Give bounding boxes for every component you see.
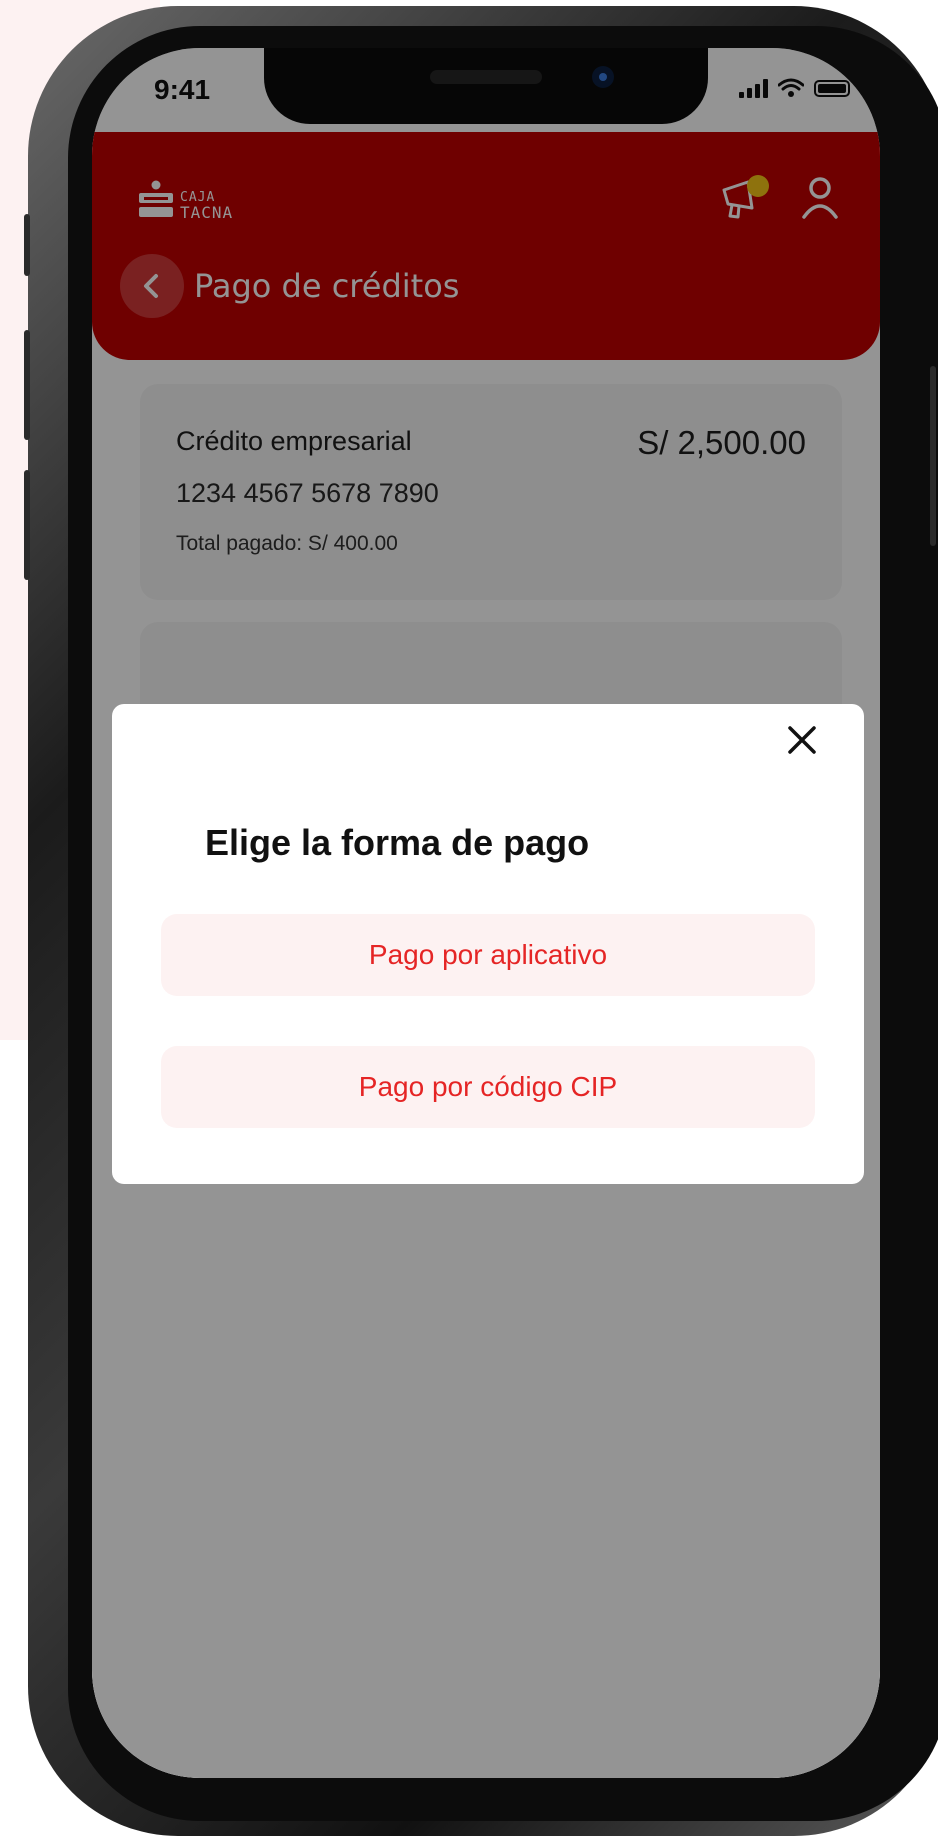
pay-by-cip-button[interactable]: Pago por código CIP	[161, 1046, 815, 1128]
payment-method-modal: Elige la forma de pago Pago por aplicati…	[112, 704, 864, 1184]
phone-mute-switch	[24, 214, 30, 276]
pay-by-app-button[interactable]: Pago por aplicativo	[161, 914, 815, 996]
phone-screen: 9:41 CAJA TACNA Pago de créditos Crédito…	[92, 48, 880, 1778]
phone-volume-up	[24, 330, 30, 440]
close-icon[interactable]	[780, 718, 824, 762]
phone-power-button	[930, 366, 936, 546]
phone-volume-down	[24, 470, 30, 580]
modal-title: Elige la forma de pago	[205, 822, 590, 863]
